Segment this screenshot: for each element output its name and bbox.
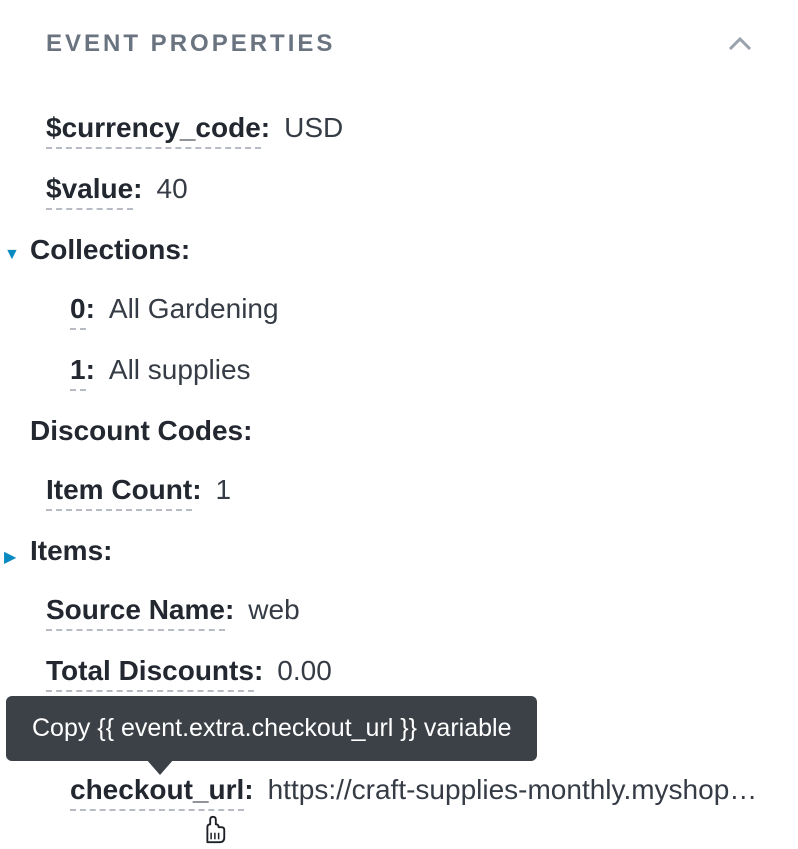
property-row-value[interactable]: $value: 40	[0, 161, 798, 222]
property-key: Collections	[30, 234, 181, 269]
property-row-source-name[interactable]: Source Name: web	[0, 582, 798, 643]
property-value: 1	[216, 474, 232, 506]
property-value: web	[248, 594, 299, 626]
property-row-item-count[interactable]: Item Count: 1	[0, 462, 798, 523]
property-key: Items	[30, 535, 103, 570]
property-row-discount-codes[interactable]: Discount Codes:	[0, 403, 798, 462]
property-key: $value	[46, 173, 133, 210]
property-key: checkout_url	[70, 774, 244, 811]
property-row-collections[interactable]: Collections:	[0, 222, 798, 281]
property-value: 0.00	[277, 655, 332, 687]
cursor-pointer-icon	[198, 814, 228, 849]
property-row-total-discounts[interactable]: Total Discounts: 0.00	[0, 643, 798, 704]
property-value: https://craft-supplies-monthly.myshopif…	[268, 774, 758, 806]
property-row-collection-0[interactable]: 0: All Gardening	[0, 281, 798, 342]
property-value: 40	[157, 173, 188, 205]
property-row-checkout-url[interactable]: checkout_url: https://craft-supplies-mon…	[0, 762, 798, 823]
expand-arrow-right-icon[interactable]: ▶	[4, 547, 16, 567]
property-key: 1	[70, 354, 86, 391]
section-header[interactable]: EVENT PROPERTIES	[0, 0, 798, 58]
property-value: USD	[284, 112, 343, 144]
property-key: Item Count	[46, 474, 192, 511]
tooltip-text: Copy {{ event.extra.checkout_url }} vari…	[32, 714, 511, 742]
property-key: Source Name	[46, 594, 225, 631]
property-value: All Gardening	[109, 293, 279, 325]
chevron-up-icon[interactable]	[728, 37, 752, 51]
property-key: Discount Codes	[30, 415, 243, 450]
property-key: Total Discounts	[46, 655, 254, 692]
property-key: 0	[70, 293, 86, 330]
property-row-collection-1[interactable]: 1: All supplies	[0, 342, 798, 403]
section-title: EVENT PROPERTIES	[46, 30, 335, 58]
property-value: All supplies	[109, 354, 251, 386]
property-row-items[interactable]: Items:	[0, 523, 798, 582]
property-row-currency-code[interactable]: $currency_code: USD	[0, 100, 798, 161]
expand-arrow-down-icon[interactable]: ▼	[4, 246, 20, 264]
copy-variable-tooltip: Copy {{ event.extra.checkout_url }} vari…	[6, 696, 537, 761]
property-key: $currency_code	[46, 112, 261, 149]
